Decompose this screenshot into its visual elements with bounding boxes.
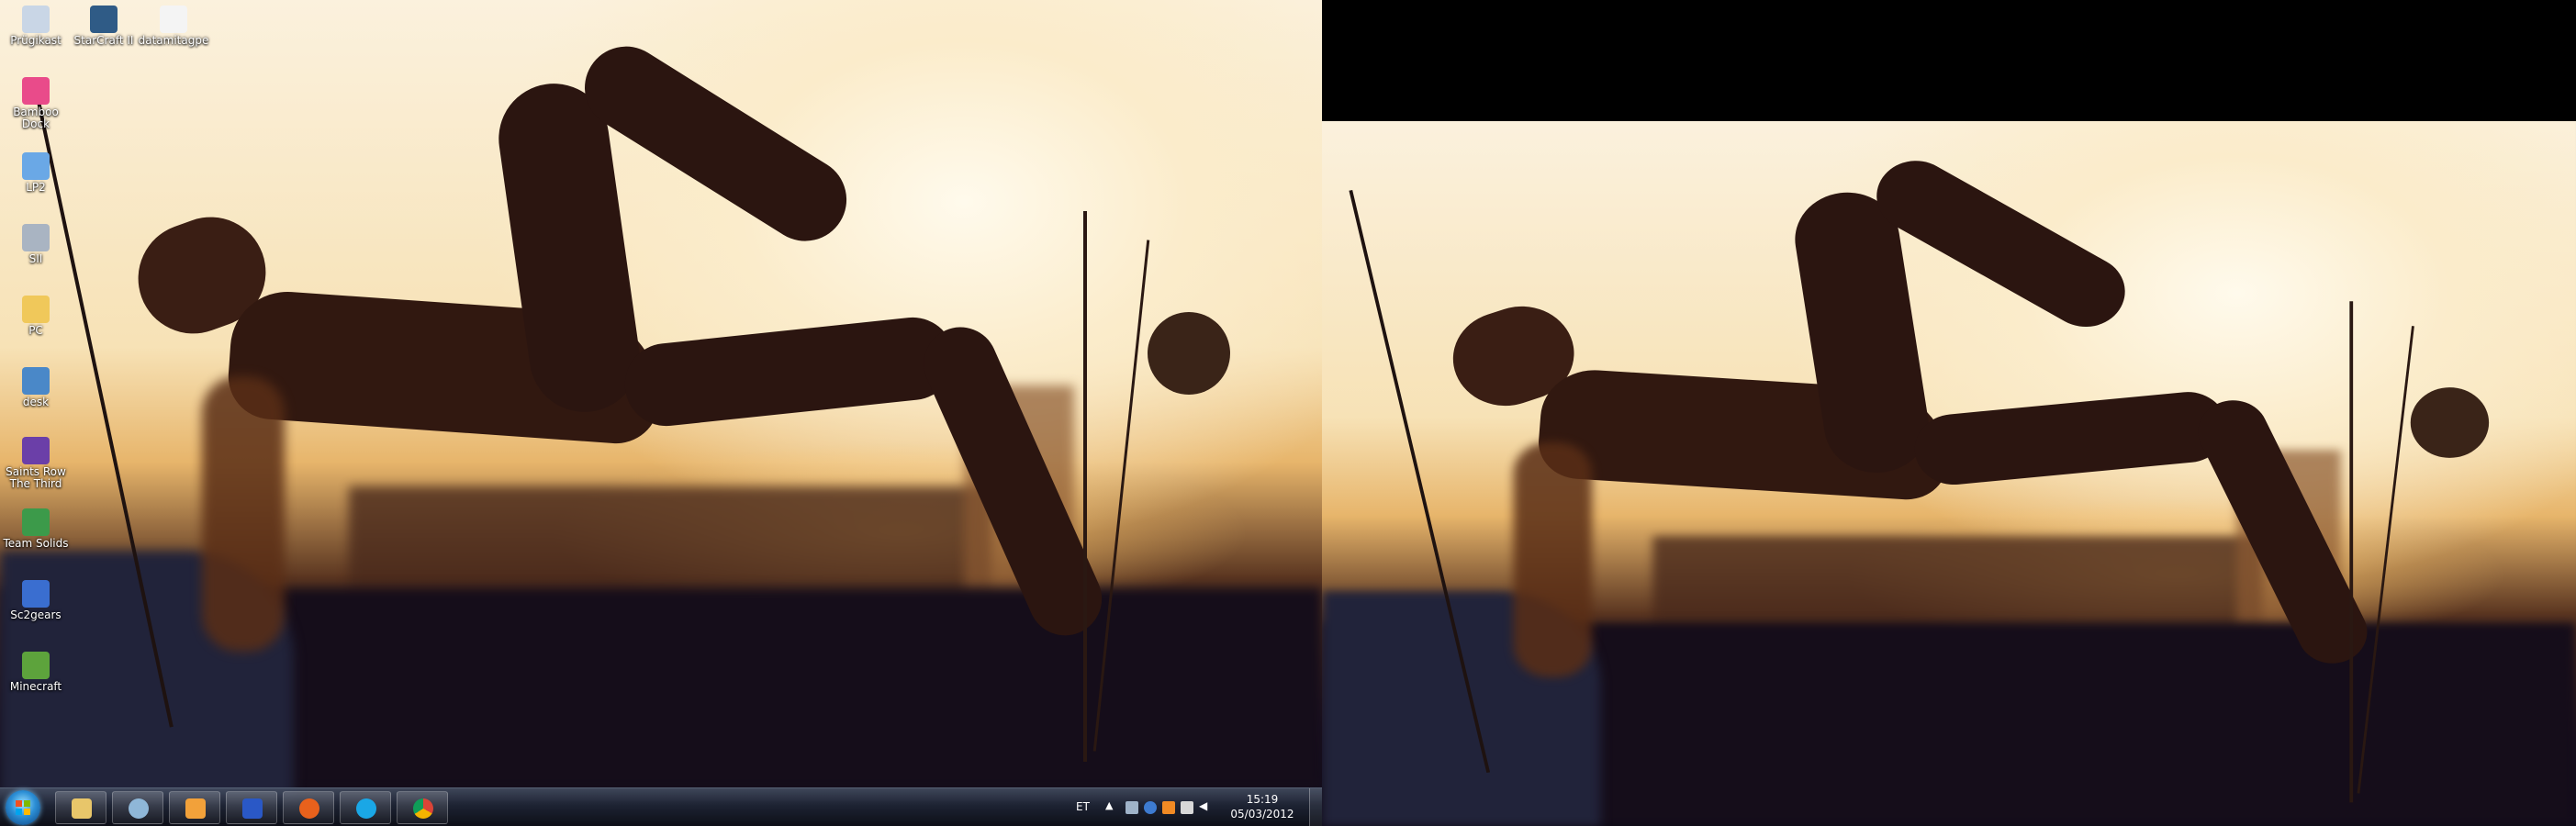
starcraft-icon [90,6,118,33]
skype-icon [356,798,376,819]
desktop-icon-sc2gears[interactable]: Sc2gears [0,580,72,621]
taskbar-button-chrome[interactable] [397,791,448,824]
desktop-icon-label: SII [28,252,43,265]
speaker-icon[interactable]: ◀ [1199,799,1212,812]
network-tray-icon[interactable] [1144,801,1157,814]
taskbar: ET ▲ ◀ 15:19 05/03/2012 [0,787,1322,826]
taskbar-button-skype[interactable] [340,791,391,824]
desktop-icon-label: Minecraft [9,680,62,693]
file-explorer-icon [72,798,92,819]
desktop-icon-label: PC [28,324,43,337]
chrome-icon [413,798,433,819]
clock-date: 05/03/2012 [1230,808,1294,820]
desktop-icon-starcraft[interactable]: StarCraft II [68,6,140,47]
desktop-icon-sii[interactable]: SII [0,224,72,265]
desktop-icon-minecraft[interactable]: Minecraft [0,652,72,693]
taskbar-button-firefox[interactable] [283,791,334,824]
clock-time: 15:19 [1246,793,1279,806]
desktop-icon-label: Prügikast [10,34,62,47]
network-icon [129,798,149,819]
start-button[interactable] [6,790,40,825]
minecraft-icon [22,652,50,679]
folder-icon [22,296,50,323]
desktop-icon-label: desk [22,396,50,408]
taskbar-button-stickies[interactable] [169,791,220,824]
desktop-icon-label: StarCraft II [73,34,134,47]
windows-logo-icon [16,800,30,815]
language-indicator[interactable]: ET [1076,800,1090,813]
show-desktop-button[interactable] [1309,788,1322,826]
chevron-up-icon[interactable]: ▲ [1105,799,1118,812]
desktop-icon-lp2[interactable]: LP2 [0,152,72,194]
text-file-icon [160,6,187,33]
desk-shortcut-icon [22,367,50,395]
saints-row-icon [22,437,50,464]
recycle-bin-icon [22,6,50,33]
monitor-left: Prügikast StarCraft II datamitagpe Bambo… [0,0,1322,826]
desktop-icon-saints-row[interactable]: Saints Row The Third [0,437,72,490]
desktop-icon-recycle-bin[interactable]: Prügikast [0,6,72,47]
lp2-icon [22,152,50,180]
desktop-icon-bamboo-dock[interactable]: Bamboo Dock [0,77,72,130]
desktop-icon-label: Bamboo Dock [13,106,59,130]
bamboo-dock-icon [22,77,50,105]
taskbar-button-explorer[interactable] [55,791,106,824]
desktop-icon-label: datamitagpe [138,34,209,47]
desktop-icon-datamitagpe[interactable]: datamitagpe [138,6,209,47]
desktop-icon-label: Sc2gears [10,608,62,621]
desktop-icon-label: LP2 [26,181,46,194]
desktop-icon-team-solids[interactable]: Team Solids [0,508,72,550]
sii-icon [22,224,50,251]
monitor-right [1322,0,2576,826]
firefox-icon [299,798,319,819]
taskbar-button-network[interactable] [112,791,163,824]
media-center-icon [242,798,263,819]
desktop-icon-label: Saints Row The Third [6,465,66,490]
taskbar-button-media[interactable] [226,791,277,824]
desktop-icon-label: Team Solids [3,537,69,550]
sc2gears-icon [22,580,50,608]
desktop-icon-desk[interactable]: desk [0,367,72,408]
wallpaper [0,0,1322,826]
wallpaper-right [1322,121,2576,826]
avast-icon[interactable] [1162,801,1175,814]
desktop-icon-pc[interactable]: PC [0,296,72,337]
wifi-icon[interactable] [1181,801,1193,814]
stickies-icon [185,798,206,819]
team-solids-icon [22,508,50,536]
usb-icon[interactable] [1126,801,1138,814]
clock[interactable]: 15:19 05/03/2012 [1226,792,1298,821]
